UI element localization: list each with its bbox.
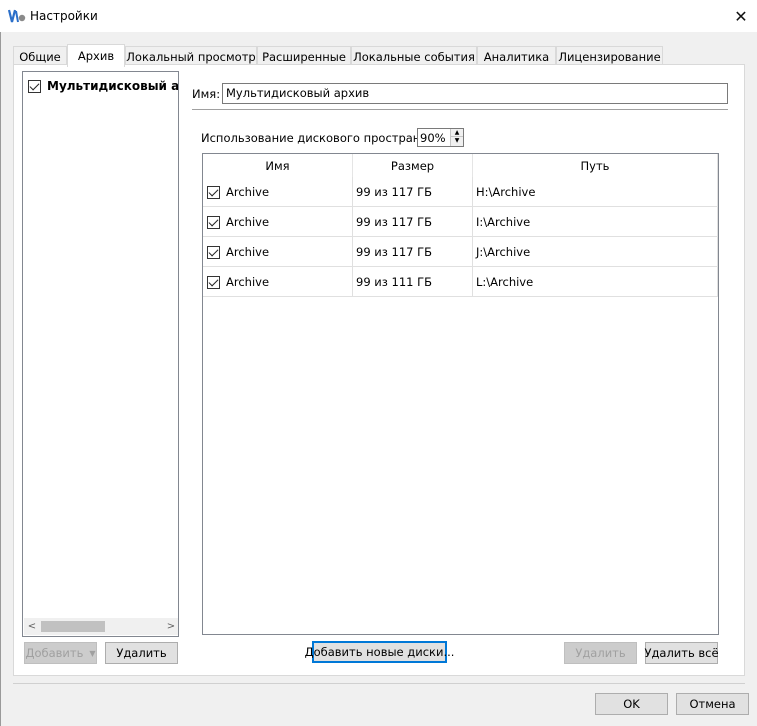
list-item-label: Мультидисковый архив [47,79,179,93]
tab-label: Локальные события [353,49,475,64]
footer-divider [13,683,745,684]
table-row[interactable]: Archive 99 из 117 ГБ H:\Archive [203,177,718,207]
cancel-button[interactable]: Отмена [676,693,749,715]
disk-name-cell: Archive [203,207,353,237]
tab-label: Лицензирование [558,49,661,64]
disk-size-cell: 99 из 111 ГБ [353,267,473,297]
disk-name: Archive [226,245,270,259]
table-row[interactable]: Archive 99 из 117 ГБ I:\Archive [203,207,718,237]
disk-name-cell: Archive [203,237,353,267]
tab-label: Расширенные [262,49,346,64]
close-button[interactable]: ✕ [725,0,757,32]
checkbox-checked-icon[interactable] [28,79,41,93]
name-field[interactable]: Мультидисковый архив [222,83,728,104]
disk-name-cell: Archive [203,267,353,297]
disk-name: Archive [226,185,270,199]
close-icon: ✕ [734,6,748,26]
tab-local-view[interactable]: Локальный просмотр [125,46,257,66]
archive-list[interactable]: Мультидисковый архив < > [22,71,179,637]
checkbox-checked-icon[interactable] [207,245,220,259]
column-header-path[interactable]: Путь [473,154,718,178]
tab-label: Аналитика [483,49,550,64]
disk-path-cell: L:\Archive [473,267,718,297]
disk-size-cell: 99 из 117 ГБ [353,207,473,237]
disk-usage-label: Использование дискового пространства: [201,131,452,145]
delete-all-disks-button[interactable]: Удалить всё [644,642,719,664]
checkbox-checked-icon[interactable] [207,215,220,229]
button-label: Удалить [116,646,167,660]
delete-disk-button[interactable]: Удалить [564,642,637,664]
scroll-left-icon[interactable]: < [25,619,39,634]
disk-usage-value[interactable]: 90% [420,131,446,145]
disk-path-cell: J:\Archive [473,237,718,267]
tab-licensing[interactable]: Лицензирование [556,46,663,66]
tab-label: Архив [77,49,115,63]
disk-usage-spinner[interactable]: 90% ▲ ▼ [417,128,464,147]
scroll-right-icon[interactable]: > [164,619,178,634]
tab-general[interactable]: Общие [13,46,67,66]
button-label: OK [623,697,640,711]
button-label: Удалить всё [644,646,719,660]
scroll-thumb[interactable] [41,621,105,632]
app-logo-icon [8,9,26,23]
window-edge [0,32,1,726]
ok-button[interactable]: OK [595,693,668,715]
disk-name: Archive [226,215,270,229]
checkbox-checked-icon[interactable] [207,275,220,289]
tab-analytics[interactable]: Аналитика [477,46,556,66]
button-label: Добавить [25,646,84,660]
disk-path-cell: I:\Archive [473,207,718,237]
add-archive-button[interactable]: Добавить ▼ [24,642,97,664]
spin-up-icon[interactable]: ▲ [450,129,463,137]
spin-down-icon[interactable]: ▼ [450,137,463,146]
table-row[interactable]: Archive 99 из 117 ГБ J:\Archive [203,237,718,267]
delete-archive-button[interactable]: Удалить [105,642,178,664]
tab-label: Локальный просмотр [126,49,256,64]
add-new-disks-button[interactable]: Добавить новые диски... [305,641,454,663]
button-label: Отмена [689,697,736,711]
tab-archive[interactable]: Архив [67,44,125,67]
disk-size-cell: 99 из 117 ГБ [353,177,473,207]
column-header-size[interactable]: Размер [353,154,473,178]
table-row[interactable]: Archive 99 из 111 ГБ L:\Archive [203,267,718,297]
disk-name-cell: Archive [203,177,353,207]
tab-advanced[interactable]: Расширенные [257,46,351,66]
window-title: Настройки [30,9,98,23]
disk-path-cell: H:\Archive [473,177,718,207]
divider [192,109,728,110]
disks-table: Имя Размер Путь Archive 99 из 117 ГБ H:\… [202,153,719,635]
name-label: Имя: [192,87,221,101]
tab-local-events[interactable]: Локальные события [351,46,477,66]
tab-label: Общие [19,49,61,64]
title-bar: Настройки ✕ [0,0,757,32]
button-label: Добавить новые диски... [304,645,455,659]
list-item-archive[interactable]: Мультидисковый архив [24,76,179,96]
disk-size-cell: 99 из 117 ГБ [353,237,473,267]
disk-name: Archive [226,275,270,289]
column-header-name[interactable]: Имя [203,154,353,178]
checkbox-checked-icon[interactable] [207,185,220,199]
dropdown-arrow-icon: ▼ [89,648,96,658]
button-label: Удалить [575,646,626,660]
horizontal-scrollbar[interactable]: < > [24,618,178,635]
